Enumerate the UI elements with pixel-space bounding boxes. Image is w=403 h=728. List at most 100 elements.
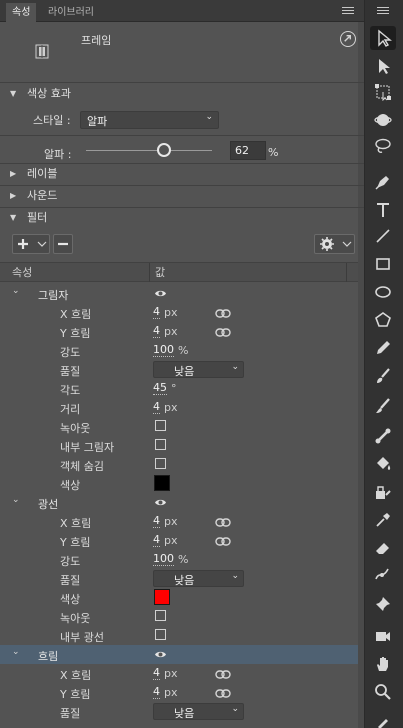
camera-icon[interactable] bbox=[370, 624, 396, 648]
link-values-icon[interactable] bbox=[215, 308, 231, 318]
link-values-icon[interactable] bbox=[215, 688, 231, 698]
property-value-input[interactable]: 100 bbox=[153, 553, 174, 566]
remove-filter-button[interactable] bbox=[53, 234, 73, 254]
property-value-input[interactable]: 4 bbox=[153, 515, 160, 528]
sound-section-header[interactable]: ▶ 사운드 bbox=[0, 185, 364, 206]
value-column-header: 값 bbox=[155, 266, 166, 279]
link-values-icon[interactable] bbox=[215, 536, 231, 546]
property-label: 내부 광선 bbox=[60, 631, 104, 644]
visibility-eye-icon[interactable] bbox=[154, 497, 167, 506]
rectangle-icon[interactable] bbox=[370, 252, 396, 276]
property-value-input[interactable]: 100 bbox=[153, 344, 174, 357]
color-swatch[interactable] bbox=[154, 589, 170, 605]
quality-dropdown[interactable]: 낮음 ⌄ bbox=[153, 361, 244, 378]
visibility-eye-icon[interactable] bbox=[154, 649, 167, 658]
alpha-input[interactable]: 62 bbox=[230, 141, 266, 160]
style-dropdown[interactable]: 알파 ⌄ bbox=[80, 111, 219, 129]
property-value-input[interactable]: 4 bbox=[153, 401, 160, 414]
link-values-icon[interactable] bbox=[215, 669, 231, 679]
filter-section-header[interactable]: ▼ 필터 bbox=[0, 207, 364, 228]
property-value-input[interactable]: 4 bbox=[153, 325, 160, 338]
visibility-eye-icon[interactable] bbox=[154, 288, 167, 297]
bone-icon[interactable] bbox=[370, 424, 396, 448]
filter-settings-button[interactable] bbox=[314, 234, 355, 254]
layer-section-header[interactable]: ▶ 레이블 bbox=[0, 163, 364, 184]
filter-group-row[interactable]: ⌄ 그림자 bbox=[0, 284, 358, 303]
3d-rotation-icon[interactable] bbox=[370, 108, 396, 132]
chevron-down-icon: ⌄ bbox=[231, 704, 239, 714]
pin-icon[interactable] bbox=[370, 592, 396, 616]
pen-icon[interactable] bbox=[370, 170, 396, 194]
property-checkbox[interactable] bbox=[155, 610, 166, 621]
free-transform-icon[interactable] bbox=[370, 80, 396, 104]
property-checkbox[interactable] bbox=[155, 439, 166, 450]
property-value-input[interactable]: 4 bbox=[153, 306, 160, 319]
section-title: 색상 효과 bbox=[27, 87, 71, 100]
filter-property-row: 색상 bbox=[0, 474, 358, 493]
property-label: 색상 bbox=[60, 593, 81, 606]
property-label: Y 흐림 bbox=[60, 536, 91, 549]
collapse-chevron-icon[interactable]: ⌄ bbox=[12, 647, 20, 657]
alpha-slider-track[interactable] bbox=[86, 150, 212, 151]
color-swatch[interactable] bbox=[154, 475, 170, 491]
paint-bucket-icon[interactable] bbox=[370, 452, 396, 476]
expand-triangle-icon: ▶ bbox=[10, 191, 17, 200]
filter-group-row[interactable]: ⌄ 광선 bbox=[0, 493, 358, 512]
property-label: 녹아웃 bbox=[60, 422, 91, 435]
polystar-icon[interactable] bbox=[370, 308, 396, 332]
property-checkbox[interactable] bbox=[155, 458, 166, 469]
property-unit: px bbox=[164, 515, 178, 528]
line-icon[interactable] bbox=[370, 224, 396, 248]
color-effect-section-header[interactable]: ▼ 색상 효과 bbox=[0, 83, 364, 104]
oval-icon[interactable] bbox=[370, 280, 396, 304]
zoom-icon[interactable] bbox=[370, 680, 396, 704]
tools-menu-icon[interactable] bbox=[377, 7, 389, 15]
collapse-chevron-icon[interactable]: ⌄ bbox=[12, 495, 20, 505]
tab-properties[interactable]: 속성 bbox=[6, 3, 37, 22]
property-value-input[interactable]: 4 bbox=[153, 686, 160, 699]
eraser-icon[interactable] bbox=[370, 536, 396, 560]
property-checkbox[interactable] bbox=[155, 420, 166, 431]
property-value-input[interactable]: 4 bbox=[153, 667, 160, 680]
filter-property-row: 품질 낮음 ⌄ bbox=[0, 360, 358, 379]
quality-dropdown[interactable]: 낮음 ⌄ bbox=[153, 703, 244, 720]
property-unit: px bbox=[164, 401, 178, 414]
tab-library[interactable]: 라이브러리 bbox=[42, 3, 100, 22]
property-checkbox[interactable] bbox=[155, 629, 166, 640]
hand-icon[interactable] bbox=[370, 652, 396, 676]
panel-menu-icon[interactable] bbox=[342, 7, 354, 15]
go-to-frame-icon[interactable] bbox=[340, 31, 356, 47]
width-icon[interactable] bbox=[370, 562, 396, 586]
text-icon[interactable] bbox=[370, 198, 396, 222]
collapse-chevron-icon[interactable]: ⌄ bbox=[12, 286, 20, 296]
alpha-slider-thumb[interactable] bbox=[157, 143, 171, 157]
paint-brush-icon[interactable] bbox=[370, 364, 396, 388]
subselection-icon[interactable] bbox=[370, 54, 396, 78]
brush-icon[interactable] bbox=[370, 394, 396, 418]
eyedropper-icon[interactable] bbox=[370, 508, 396, 532]
quality-dropdown[interactable]: 낮음 ⌄ bbox=[153, 570, 244, 587]
selection-icon[interactable] bbox=[370, 26, 396, 50]
link-values-icon[interactable] bbox=[215, 327, 231, 337]
property-label: Y 흐림 bbox=[60, 327, 91, 340]
stroke-color-icon[interactable] bbox=[370, 710, 396, 728]
filter-property-row: 각도 45 ° bbox=[0, 379, 358, 398]
property-unit: px bbox=[164, 306, 178, 319]
chevron-down-icon: ⌄ bbox=[231, 362, 239, 372]
filter-name: 흐림 bbox=[38, 650, 59, 663]
property-label: 거리 bbox=[60, 403, 81, 416]
pencil-icon[interactable] bbox=[370, 336, 396, 360]
filter-property-row: 녹아웃 bbox=[0, 417, 358, 436]
link-values-icon[interactable] bbox=[215, 517, 231, 527]
filter-group-row[interactable]: ⌄ 흐림 bbox=[0, 645, 358, 664]
add-filter-button[interactable] bbox=[12, 234, 50, 254]
property-label: 품질 bbox=[60, 707, 81, 720]
property-value-input[interactable]: 4 bbox=[153, 534, 160, 547]
ink-bottle-icon[interactable] bbox=[370, 480, 396, 504]
property-column-header: 속성 bbox=[12, 266, 33, 279]
alpha-unit: % bbox=[268, 146, 279, 159]
filter-property-row: 내부 그림자 bbox=[0, 436, 358, 455]
lasso-icon[interactable] bbox=[370, 134, 396, 158]
column-divider[interactable] bbox=[149, 263, 150, 282]
property-value-input[interactable]: 45 bbox=[153, 382, 167, 395]
